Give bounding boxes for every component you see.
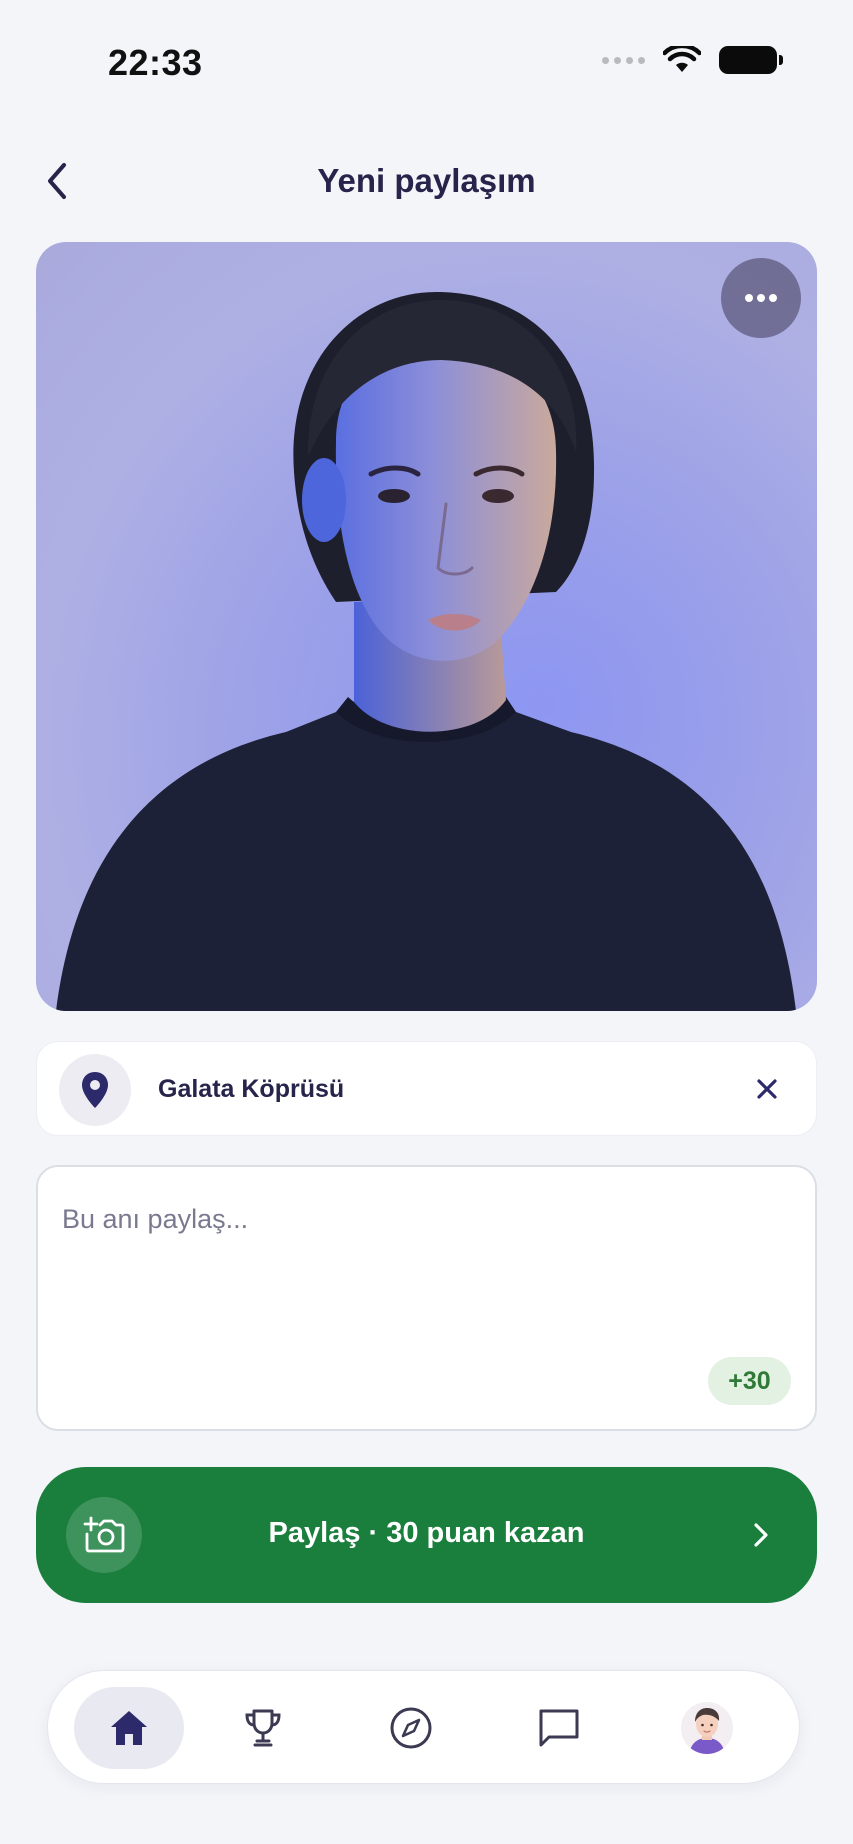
compass-icon — [390, 1707, 432, 1749]
trophy-icon — [245, 1709, 281, 1747]
share-button-label: Paylaş · 30 puan kazan — [268, 1517, 585, 1549]
battery-icon — [719, 46, 783, 74]
location-name: Galata Köprüsü — [158, 1075, 345, 1103]
nav-item-home[interactable] — [74, 1687, 184, 1769]
caption-box: +30 — [36, 1165, 817, 1431]
portrait-photo — [36, 242, 817, 1011]
share-button[interactable]: Paylaş · 30 puan kazan — [36, 1467, 817, 1603]
more-options-button[interactable] — [721, 258, 801, 338]
clear-location-button[interactable] — [748, 1070, 786, 1108]
bottom-nav — [47, 1670, 800, 1784]
status-time: 22:33 — [108, 42, 203, 83]
home-icon — [111, 1711, 147, 1745]
nav-item-explore[interactable] — [370, 1687, 452, 1769]
status-bar: 22:33 — [0, 0, 853, 120]
close-icon — [757, 1079, 777, 1099]
caption-input[interactable] — [62, 1199, 762, 1239]
location-pin-icon — [82, 1072, 108, 1108]
cellular-signal-icon — [602, 56, 645, 64]
page-title: Yeni paylaşım — [317, 162, 536, 199]
wifi-icon — [663, 46, 701, 72]
location-card[interactable]: Galata Köprüsü — [36, 1041, 817, 1136]
status-indicators — [602, 46, 783, 74]
nav-item-profile[interactable] — [666, 1687, 748, 1769]
location-pin-badge — [59, 1054, 131, 1126]
nav-item-messages[interactable] — [518, 1687, 600, 1769]
more-dots-icon — [745, 294, 777, 302]
nav-item-leaderboard[interactable] — [222, 1687, 304, 1769]
chat-bubble-icon — [539, 1709, 579, 1747]
chevron-right-icon — [745, 1519, 777, 1551]
avatar — [681, 1702, 733, 1754]
header: Yeni paylaşım — [0, 150, 853, 216]
photo-preview — [36, 242, 817, 1011]
points-badge: +30 — [708, 1357, 791, 1405]
